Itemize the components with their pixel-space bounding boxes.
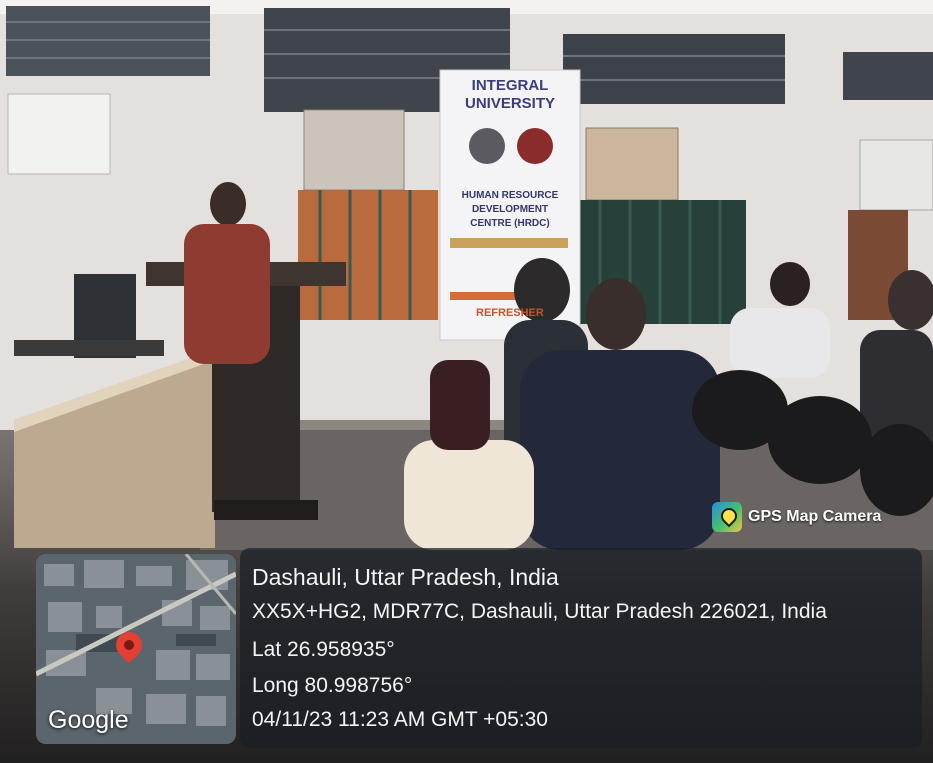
banner-title-1: INTEGRAL [472, 77, 549, 94]
banner-text-3: HUMAN RESOURCE [462, 190, 559, 201]
location-info: Dashauli, Uttar Pradesh, India XX5X+HG2,… [240, 548, 922, 748]
gps-map-camera-badge: GPS Map Camera [712, 500, 881, 534]
banner-text-6: REFRESHER [476, 307, 544, 319]
location-panel: Google Dashauli, Uttar Pradesh, India XX… [36, 548, 922, 748]
banner-title-2: UNIVERSITY [465, 95, 555, 112]
banner-text-4: DEVELOPMENT [472, 204, 548, 215]
seminar-photo: INTEGRAL UNIVERSITY HUMAN RESOURCE DEVEL… [0, 0, 933, 763]
mini-map[interactable]: Google [36, 554, 236, 744]
longitude: Long 80.998756° [252, 674, 413, 697]
google-logo: Google [48, 706, 129, 734]
badge-label: GPS Map Camera [748, 508, 882, 525]
timestamp: 04/11/23 11:23 AM GMT +05:30 [252, 708, 548, 731]
full-address: XX5X+HG2, MDR77C, Dashauli, Uttar Prades… [252, 600, 827, 623]
place-name: Dashauli, Uttar Pradesh, India [252, 564, 559, 590]
latitude: Lat 26.958935° [252, 638, 395, 661]
gps-pin-icon [712, 502, 742, 532]
banner-text-5: CENTRE (HRDC) [470, 218, 549, 229]
